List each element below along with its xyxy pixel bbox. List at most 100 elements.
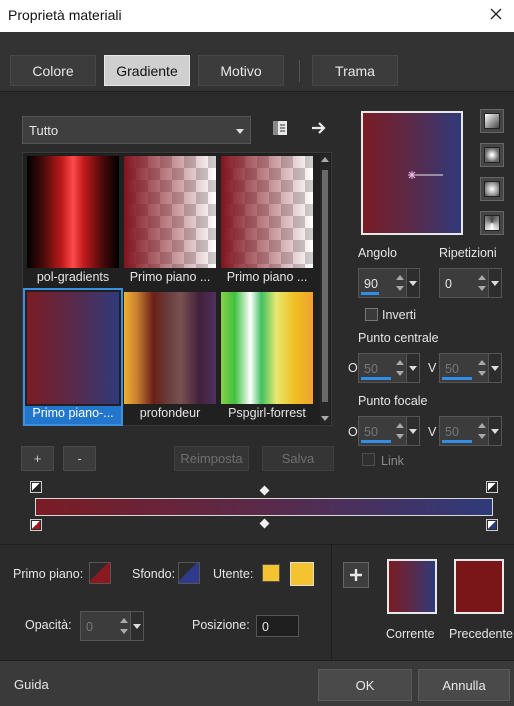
save-button[interactable]: Salva	[262, 446, 334, 471]
scrollbar-thumb[interactable]	[322, 170, 328, 402]
spin-arrows-icon[interactable]	[477, 357, 487, 379]
gradient-label: Pspgirl-forrest	[228, 406, 306, 420]
spin-arrows-icon[interactable]	[477, 420, 487, 442]
opacity-spinner[interactable]: 0	[80, 611, 144, 641]
angle-value: 90	[364, 277, 378, 291]
tab-bar: Colore Gradiente Motivo Trama	[0, 32, 514, 92]
gradient-label: profondeur	[139, 406, 201, 420]
gradient-label: Primo piano ...	[226, 270, 308, 284]
dropdown-icon[interactable]	[406, 354, 419, 382]
position-input[interactable]: 0	[256, 615, 299, 637]
radial-style-button[interactable]	[480, 211, 504, 235]
cancel-button[interactable]: Annulla	[418, 669, 510, 701]
close-icon[interactable]	[486, 4, 506, 24]
gradient-library-icon[interactable]	[270, 118, 290, 138]
dropdown-icon[interactable]	[406, 417, 419, 445]
spin-arrows-icon[interactable]	[395, 357, 405, 379]
help-link[interactable]: Guida	[14, 677, 49, 692]
gradient-thumb-pspgirl-forrest[interactable]: Pspgirl-forrest	[219, 290, 315, 424]
gradient-swatch	[27, 292, 119, 404]
repeats-spinner[interactable]: 0	[439, 268, 502, 298]
add-gradient-button[interactable]: +	[21, 446, 54, 471]
opacity-midpoint[interactable]	[259, 485, 270, 496]
gradient-editor-bar[interactable]	[35, 498, 493, 516]
tab-trama[interactable]: Trama	[312, 55, 398, 86]
invert-label: Inverti	[382, 308, 417, 322]
dropdown-icon[interactable]	[406, 269, 419, 297]
opacity-stop-left[interactable]	[30, 481, 42, 493]
spin-arrows-icon[interactable]	[119, 615, 129, 637]
rectangular-style-button[interactable]	[480, 143, 504, 167]
gradient-gallery: pol-gradients Primo piano ... Primo pian…	[22, 152, 332, 426]
gradient-thumb-primo-piano-selected[interactable]: Primo piano-...	[23, 288, 123, 426]
add-to-swatches-button[interactable]	[343, 562, 369, 588]
gradient-thumb-primo-piano-2[interactable]: Primo piano ...	[219, 154, 315, 288]
dropdown-icon[interactable]	[488, 417, 501, 445]
focal-o-spinner[interactable]: 50	[358, 416, 420, 446]
background-label: Sfondo:	[132, 567, 176, 581]
gradient-thumb-profondeur[interactable]: profondeur	[122, 290, 218, 424]
background-color-chip[interactable]	[178, 562, 200, 584]
focal-v-slider-fill	[442, 440, 472, 443]
center-v-spinner[interactable]: 50	[439, 353, 502, 383]
spin-arrows-icon[interactable]	[477, 272, 487, 294]
position-label: Posizione:	[192, 618, 250, 632]
gradient-thumb-primo-piano-1[interactable]: Primo piano ...	[122, 154, 218, 288]
dropdown-icon[interactable]	[488, 269, 501, 297]
tab-colore[interactable]: Colore	[10, 55, 96, 86]
focal-o-value: 50	[364, 425, 378, 439]
link-checkbox[interactable]	[362, 453, 375, 466]
angle-spinner[interactable]: 90	[358, 268, 420, 298]
user-color-chip[interactable]	[290, 562, 314, 586]
angle-label: Angolo	[358, 246, 397, 260]
scroll-up-icon[interactable]	[321, 157, 329, 162]
window-title: Proprietà materiali	[8, 7, 122, 23]
reset-button[interactable]: Reimposta	[174, 446, 249, 471]
gradient-thumb-pol-gradients[interactable]: pol-gradients	[25, 154, 121, 288]
center-o-spinner[interactable]: 50	[358, 353, 420, 383]
tab-gradiente[interactable]: Gradiente	[104, 55, 190, 86]
gradient-preview[interactable]	[361, 111, 463, 235]
focal-v-value: 50	[445, 425, 459, 439]
color-stop-right[interactable]	[486, 519, 498, 531]
link-label: Link	[381, 454, 404, 468]
scroll-down-icon[interactable]	[321, 416, 329, 421]
gradient-swatch	[221, 292, 313, 404]
tab-motivo[interactable]: Motivo	[198, 55, 284, 86]
dropdown-icon[interactable]	[488, 354, 501, 382]
color-stop-left[interactable]	[30, 519, 42, 531]
linear-style-button[interactable]	[480, 109, 504, 133]
center-v-value: 50	[445, 362, 459, 376]
gallery-scrollbar[interactable]	[320, 154, 330, 424]
angle-slider-fill	[361, 292, 379, 295]
dropdown-icon[interactable]	[130, 612, 143, 640]
previous-label: Precedente	[449, 627, 513, 641]
dialog-footer: Guida OK Annulla	[0, 660, 514, 706]
center-o-value: 50	[364, 362, 378, 376]
arrow-right-icon[interactable]	[309, 118, 329, 138]
spin-arrows-icon[interactable]	[395, 420, 405, 442]
tab-divider	[299, 60, 300, 82]
opacity-stop-icon	[488, 483, 496, 491]
current-label: Corrente	[386, 627, 435, 641]
sunburst-gradient-icon	[484, 181, 500, 197]
user-color-chip-small[interactable]	[262, 564, 280, 582]
current-material-swatch[interactable]	[387, 559, 437, 614]
focal-v-spinner[interactable]: 50	[439, 416, 502, 446]
center-v-slider-fill	[442, 377, 472, 380]
gradient-label: Primo piano ...	[129, 270, 211, 284]
foreground-color-chip[interactable]	[89, 562, 111, 584]
remove-gradient-button[interactable]: -	[63, 446, 96, 471]
opacity-stop-right[interactable]	[486, 481, 498, 493]
color-midpoint[interactable]	[259, 518, 270, 529]
spin-arrows-icon[interactable]	[395, 272, 405, 294]
invert-checkbox[interactable]	[365, 308, 378, 321]
user-label: Utente:	[213, 567, 254, 581]
previous-material-swatch[interactable]	[454, 559, 504, 614]
opacity-label: Opacità:	[25, 618, 72, 632]
ok-button[interactable]: OK	[318, 669, 412, 701]
category-select[interactable]: Tutto	[22, 116, 251, 144]
color-stop-icon	[32, 521, 40, 529]
linear-gradient-icon	[484, 113, 500, 129]
sunburst-style-button[interactable]	[480, 177, 504, 201]
